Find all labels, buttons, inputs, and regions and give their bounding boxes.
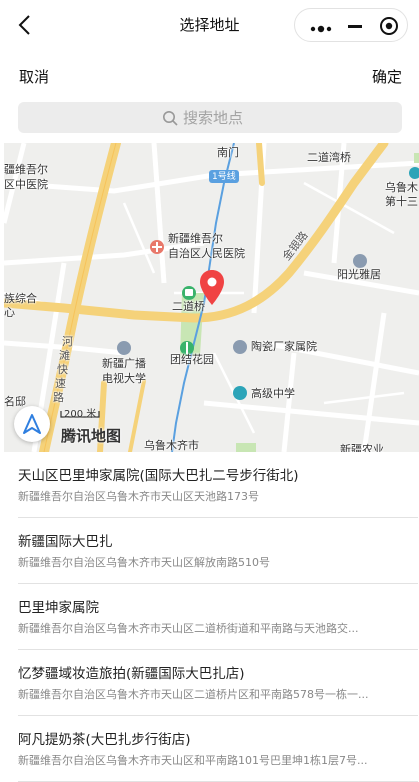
navigation-bar: 选择地址 xyxy=(0,0,419,50)
locate-button[interactable] xyxy=(14,406,50,442)
cancel-button[interactable]: 取消 xyxy=(19,66,49,87)
scale-label: 200 米 xyxy=(64,409,97,420)
mini-program-capsule xyxy=(294,8,408,42)
road-label: 速 xyxy=(55,377,66,390)
confirm-button[interactable]: 确定 xyxy=(372,66,402,87)
road-label: 路 xyxy=(53,391,64,404)
navigation-arrow-icon xyxy=(23,414,41,434)
action-bar: 取消 确定 xyxy=(0,50,419,98)
metro-label: 1号线 xyxy=(212,172,236,182)
map-label: 新疆农业 xyxy=(340,443,384,452)
map-label: 自治区人民医院 xyxy=(168,247,245,260)
map-label: 电视大学 xyxy=(102,372,146,385)
map-logo: 腾讯地图 xyxy=(61,427,122,445)
map-label: 名邸 xyxy=(4,395,26,408)
map-label: 团结花园 xyxy=(170,353,214,366)
close-target-icon[interactable] xyxy=(379,16,399,36)
map-label: 二道桥 xyxy=(172,300,205,313)
map-label: 阳光雅居 xyxy=(337,268,381,281)
place-address: 新疆维吾尔自治区乌鲁木齐市天山区二道桥片区和平南路578号一栋一... xyxy=(18,688,369,701)
map-label: 乌鲁木 xyxy=(385,181,418,194)
place-name: 天山区巴里坤家属院(国际大巴扎二号步行街北) xyxy=(18,468,299,484)
map-label: 高级中学 xyxy=(251,387,295,400)
map-label: 南门 xyxy=(217,146,239,159)
search-box[interactable] xyxy=(18,102,402,133)
map-label: 二道湾桥 xyxy=(307,151,351,164)
map-label: 第十三 xyxy=(385,195,418,208)
place-name: 阿凡提奶茶(大巴扎步行街店) xyxy=(18,732,191,748)
map-view[interactable]: 南门 1号线 二道湾桥 乌鲁木 第十三 疆维吾尔 区中医院 新疆维吾尔 自治区人… xyxy=(4,143,419,452)
map-label: 心 xyxy=(4,306,15,319)
place-name: 新疆国际大巴扎 xyxy=(18,534,113,550)
map-label: 族综合 xyxy=(4,292,37,305)
place-address: 新疆维吾尔自治区乌鲁木齐市天山区天池路173号 xyxy=(18,490,259,503)
list-item[interactable]: 忆梦疆域妆造旅拍(新疆国际大巴扎店) 新疆维吾尔自治区乌鲁木齐市天山区二道桥片区… xyxy=(18,650,418,716)
more-icon[interactable] xyxy=(309,20,333,33)
road-label: 快 xyxy=(57,363,68,376)
map-label: 陶瓷厂家属院 xyxy=(251,340,317,353)
place-address: 新疆维吾尔自治区乌鲁木齐市天山区和平南路101号巴里坤1栋1层7号... xyxy=(18,754,368,767)
road-label: 河 xyxy=(62,335,73,348)
search-input[interactable] xyxy=(183,106,383,129)
map-label: 疆维吾尔 xyxy=(4,163,48,176)
road-label: 滩 xyxy=(59,349,70,362)
list-item[interactable]: 巴里坤家属院 新疆维吾尔自治区乌鲁木齐市天山区二道桥街道和平南路与天池路交... xyxy=(18,584,418,650)
search-bar xyxy=(0,98,419,143)
map-label: 区中医院 xyxy=(4,178,48,191)
list-item[interactable]: 阿凡提奶茶(大巴扎步行街店) 新疆维吾尔自治区乌鲁木齐市天山区和平南路101号巴… xyxy=(18,716,418,782)
minimize-icon[interactable] xyxy=(347,19,363,33)
map-label: 新疆广播 xyxy=(102,357,146,370)
place-list: 天山区巴里坤家属院(国际大巴扎二号步行街北) 新疆维吾尔自治区乌鲁木齐市天山区天… xyxy=(0,452,419,782)
map-label: 新疆维吾尔 xyxy=(168,232,223,245)
place-name: 巴里坤家属院 xyxy=(18,600,99,616)
map-label: 乌鲁木齐市 xyxy=(144,439,199,452)
place-address: 新疆维吾尔自治区乌鲁木齐市天山区解放南路510号 xyxy=(18,556,270,569)
list-item[interactable]: 新疆国际大巴扎 新疆维吾尔自治区乌鲁木齐市天山区解放南路510号 xyxy=(18,518,418,584)
list-item[interactable]: 天山区巴里坤家属院(国际大巴扎二号步行街北) 新疆维吾尔自治区乌鲁木齐市天山区天… xyxy=(18,452,418,518)
place-name: 忆梦疆域妆造旅拍(新疆国际大巴扎店) xyxy=(18,666,245,682)
place-address: 新疆维吾尔自治区乌鲁木齐市天山区二道桥街道和平南路与天池路交... xyxy=(18,622,359,635)
search-icon xyxy=(162,110,178,126)
